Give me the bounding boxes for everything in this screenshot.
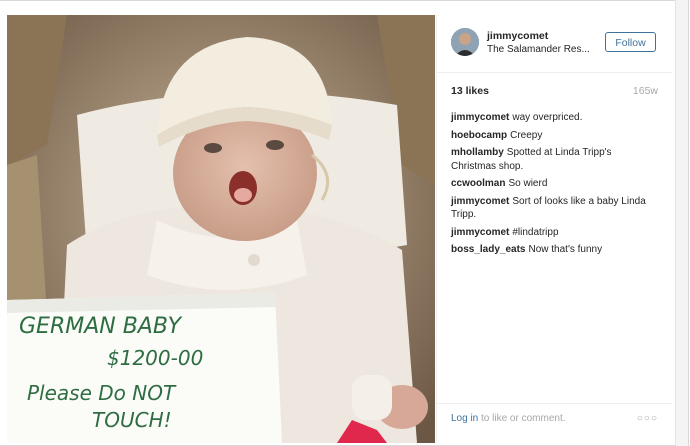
photo-illustration: GERMAN BABY $1200-00 Please Do NOT TOUCH… (7, 15, 435, 443)
avatar[interactable] (451, 28, 479, 56)
comment-text[interactable]: #lindatripp (512, 227, 558, 238)
more-options-icon[interactable]: ○○○ (637, 413, 658, 424)
post-footer: Log in to like or comment. ○○○ (437, 403, 672, 444)
comment-text: So wierd (508, 178, 548, 189)
comment-item: hoebocamp Creepy (451, 129, 659, 143)
comment-item: jimmycomet #lindatripp (451, 226, 659, 240)
login-prompt: Log in to like or comment. (451, 413, 566, 424)
comment-author[interactable]: jimmycomet (451, 196, 509, 207)
post-header: jimmycomet The Salamander Res... Follow (437, 15, 672, 73)
login-prompt-text: to like or comment. (481, 413, 566, 424)
vertical-scrollbar[interactable] (675, 0, 688, 446)
username-link[interactable]: jimmycomet (487, 30, 605, 43)
comment-item: jimmycomet way overpriced. (451, 111, 659, 125)
comment-text: way overpriced. (512, 112, 583, 123)
sign-line-3: Please Do NOT (27, 381, 177, 405)
avatar-image (451, 28, 479, 56)
sign-line-2: $1200-00 (107, 346, 203, 370)
comment-author[interactable]: mhollamby (451, 147, 504, 158)
comment-text: Now that's funny (528, 244, 603, 255)
comment-author[interactable]: boss_lady_eats (451, 244, 526, 255)
comment-author[interactable]: jimmycomet (451, 227, 509, 238)
user-block: jimmycomet The Salamander Res... (487, 30, 605, 56)
likes-count[interactable]: 13 likes (451, 85, 489, 97)
comment-author[interactable]: hoebocamp (451, 130, 507, 141)
post-photo[interactable]: GERMAN BABY $1200-00 Please Do NOT TOUCH… (7, 15, 435, 443)
comment-author[interactable]: jimmycomet (451, 112, 509, 123)
follow-button[interactable]: Follow (605, 32, 656, 52)
comment-item: mhollamby Spotted at Linda Tripp's Christ… (451, 146, 659, 173)
sign-line-1: GERMAN BABY (19, 314, 183, 339)
login-link[interactable]: Log in (451, 413, 478, 424)
comment-item: jimmycomet Sort of looks like a baby Lind… (451, 195, 659, 222)
post-age[interactable]: 165w (633, 85, 658, 97)
location-link[interactable]: The Salamander Res... (487, 43, 605, 56)
comment-item: ccwoolman So wierd (451, 177, 659, 191)
comment-author[interactable]: ccwoolman (451, 178, 505, 189)
comment-item: boss_lady_eats Now that's funny (451, 243, 659, 257)
comment-list: jimmycomet way overpriced. hoebocamp Creep… (451, 111, 659, 261)
comment-text: Creepy (510, 129, 543, 141)
sign-line-4: TOUCH! (92, 408, 172, 432)
post-details-panel: jimmycomet The Salamander Res... Follow … (436, 15, 672, 443)
